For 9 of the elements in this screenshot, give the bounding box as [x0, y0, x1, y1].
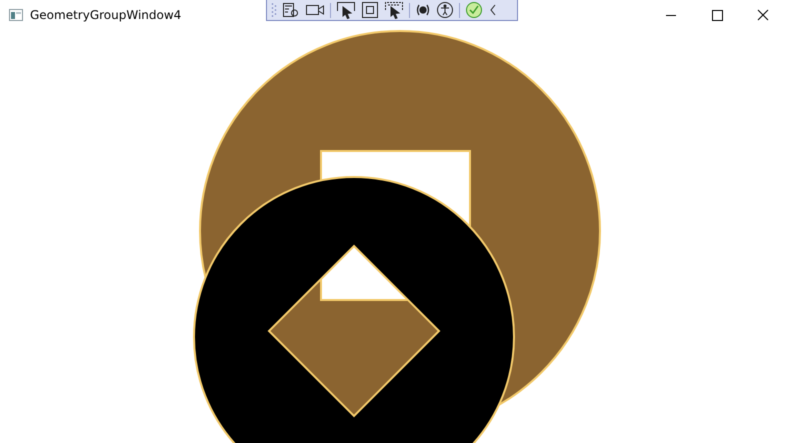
- camera-icon[interactable]: [305, 2, 325, 18]
- window-app-icon: [9, 9, 23, 21]
- adorner-icon[interactable]: [361, 1, 379, 19]
- window-title: GeometryGroupWindow4: [30, 8, 182, 22]
- select-element-icon[interactable]: [336, 1, 356, 19]
- collapse-chevron-icon[interactable]: [488, 3, 498, 17]
- grip-icon[interactable]: [271, 2, 277, 18]
- check-circle-icon[interactable]: [465, 1, 483, 19]
- accessibility-icon[interactable]: [436, 1, 454, 19]
